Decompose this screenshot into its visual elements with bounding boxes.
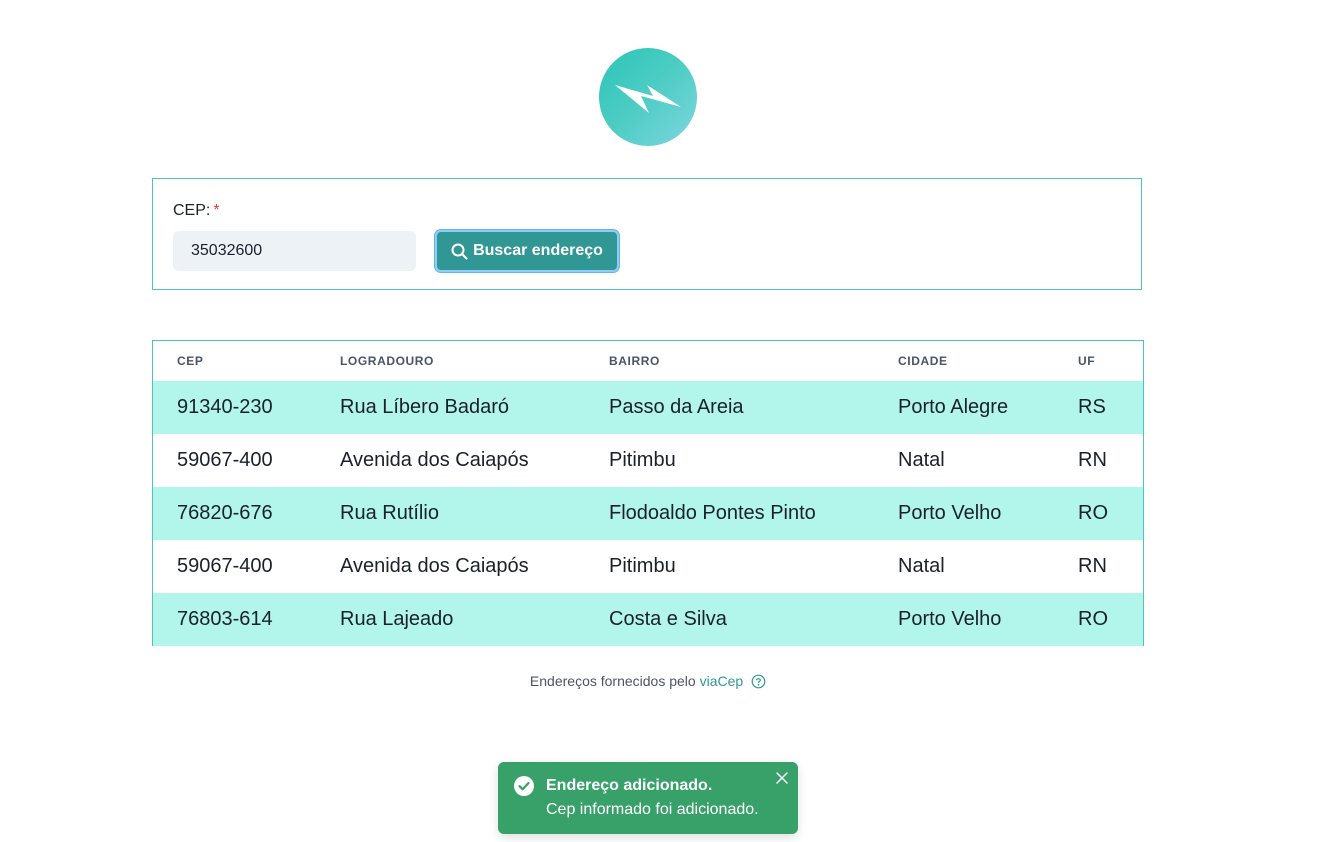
cell-cep: 76803-614: [177, 608, 273, 630]
address-table: CEP LOGRADOURO BAIRRO CIDADE UF 91340-23…: [153, 341, 1143, 646]
cell-cidade: Porto Alegre: [898, 396, 1009, 418]
toast-description: Cep informado foi adicionado.: [546, 801, 759, 818]
cell-cidade: Natal: [898, 555, 945, 577]
check-circle-icon: [514, 776, 534, 796]
footer-text: Endereços fornecidos pelo: [529, 673, 696, 689]
viacep-link[interactable]: viaCep: [700, 673, 744, 689]
toast-title: Endereço adicionado.: [546, 777, 713, 794]
cell-cidade: Natal: [898, 449, 945, 471]
table-header-row: CEP LOGRADOURO BAIRRO CIDADE UF: [153, 341, 1143, 381]
cell-uf: RO: [1078, 608, 1108, 630]
cell-logradouro: Rua Rutílio: [340, 502, 439, 524]
success-toast: Endereço adicionado. Cep informado foi a…: [498, 762, 798, 834]
cell-cep: 59067-400: [177, 449, 273, 471]
cell-logradouro: Rua Lajeado: [340, 608, 454, 630]
cell-cep: 91340-230: [177, 396, 273, 418]
table-row: 76803-614 Rua Lajeado Costa e Silva Port…: [153, 593, 1143, 646]
cell-logradouro: Avenida dos Caiapós: [340, 555, 529, 577]
header-bairro: BAIRRO: [609, 354, 660, 368]
cell-cep: 76820-676: [177, 502, 273, 524]
table-row: 59067-400 Avenida dos Caiapós Pitimbu Na…: [153, 434, 1143, 487]
cell-bairro: Passo da Areia: [609, 396, 744, 418]
search-icon: [451, 243, 468, 259]
search-address-button[interactable]: Buscar endereço: [435, 230, 619, 272]
app-logo: [599, 48, 697, 146]
cell-uf: RO: [1078, 502, 1108, 524]
cell-logradouro: Avenida dos Caiapós: [340, 449, 529, 471]
table-row: 59067-400 Avenida dos Caiapós Pitimbu Na…: [153, 540, 1143, 593]
cell-bairro: Pitimbu: [609, 555, 676, 577]
cell-cidade: Porto Velho: [898, 608, 1002, 630]
address-table-container: CEP LOGRADOURO BAIRRO CIDADE UF 91340-23…: [152, 340, 1144, 646]
header-cep: CEP: [177, 354, 204, 368]
table-row: 76820-676 Rua Rutílio Flodoaldo Pontes P…: [153, 487, 1143, 540]
close-icon[interactable]: [775, 771, 789, 785]
page: CEP:* Buscar endereço CEP LOGRADOURO BAI…: [0, 0, 1318, 842]
header-cidade: CIDADE: [898, 354, 948, 368]
cell-uf: RN: [1078, 449, 1107, 471]
footer-note: Endereços fornecidos pelo viaCep: [0, 673, 1296, 689]
required-marker: *: [213, 202, 220, 219]
search-button-label: Buscar endereço: [473, 242, 603, 259]
cell-bairro: Flodoaldo Pontes Pinto: [609, 502, 816, 524]
header-logradouro: LOGRADOURO: [340, 354, 434, 368]
cep-input[interactable]: [173, 231, 416, 271]
cell-cidade: Porto Velho: [898, 502, 1002, 524]
question-circle-icon[interactable]: [751, 674, 766, 689]
lightning-bolt-icon: [615, 85, 681, 113]
header-uf: UF: [1078, 354, 1096, 368]
cell-uf: RN: [1078, 555, 1107, 577]
cell-uf: RS: [1078, 396, 1106, 418]
cell-bairro: Costa e Silva: [609, 608, 727, 630]
cep-label: CEP: *: [173, 202, 220, 219]
cell-cep: 59067-400: [177, 555, 273, 577]
cep-search-form: CEP:* Buscar endereço: [152, 178, 1142, 290]
cell-bairro: Pitimbu: [609, 449, 676, 471]
cell-logradouro: Rua Líbero Badaró: [340, 396, 510, 418]
table-row: 91340-230 Rua Líbero Badaró Passo da Are…: [153, 381, 1143, 434]
